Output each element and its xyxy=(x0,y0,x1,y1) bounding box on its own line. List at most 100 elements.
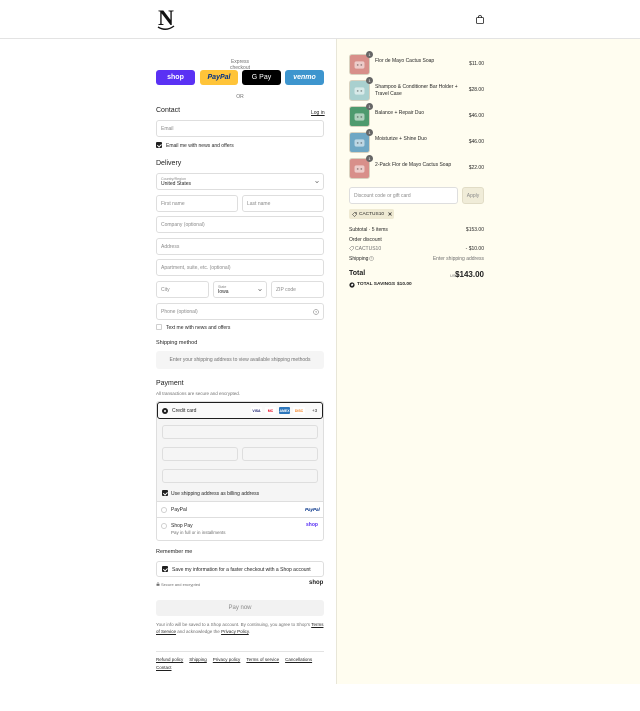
payment-heading: Payment xyxy=(156,380,184,387)
paypal-express-button[interactable]: PayPal xyxy=(200,70,238,85)
zip-field[interactable]: ZIP code xyxy=(271,281,324,298)
product-price: $46.00 xyxy=(468,113,484,119)
product-image-icon xyxy=(354,165,365,173)
footer-links: Refund policy Shipping Privacy policy Terms… xyxy=(156,656,326,672)
shopping-bag-icon[interactable] xyxy=(476,15,484,24)
phone-placeholder: Phone (optional) xyxy=(161,308,198,315)
quantity-badge: 1 xyxy=(366,155,373,162)
apply-discount-button[interactable]: Apply xyxy=(462,187,484,204)
company-field[interactable]: Company (optional) xyxy=(156,216,324,233)
product-price: $28.00 xyxy=(468,87,484,93)
shipping-value: Enter shipping address xyxy=(432,256,484,262)
last-name-field[interactable]: Last name xyxy=(242,195,324,212)
product-price: $11.00 xyxy=(469,61,484,67)
product-price: $46.00 xyxy=(468,139,484,145)
footer-link-contact[interactable]: Contact xyxy=(156,665,172,670)
first-name-field[interactable]: First name xyxy=(156,195,238,212)
payment-options-panel: Credit card VISA MC AMEX DISC +3 Use shi… xyxy=(156,401,324,541)
payment-subtitle: All transactions are secure and encrypte… xyxy=(156,391,241,396)
discount-amount: - $10.00 xyxy=(465,246,484,252)
footer-link-cancellations[interactable]: Cancellations xyxy=(285,657,312,662)
more-brands-badge: +3 xyxy=(312,408,318,413)
chevron-down-icon xyxy=(315,180,319,184)
total-savings-label: TOTAL SAVINGS xyxy=(357,282,396,287)
pay-now-button[interactable]: Pay now xyxy=(156,600,324,616)
newsletter-checkbox[interactable] xyxy=(156,142,162,148)
email-field[interactable]: Email xyxy=(156,120,324,137)
shipping-method-placeholder: Enter your shipping address to view avai… xyxy=(156,351,324,369)
chevron-down-icon xyxy=(258,288,262,292)
contact-heading: Contact xyxy=(156,107,181,114)
phone-field[interactable]: Phone (optional) ? xyxy=(156,303,324,320)
legal-pre: Your info will be saved to a Shop accoun… xyxy=(156,622,312,627)
name-on-card-field[interactable] xyxy=(162,469,318,483)
login-link[interactable]: Log in xyxy=(311,110,325,116)
google-pay-express-button[interactable]: G Pay xyxy=(242,70,281,85)
close-icon[interactable] xyxy=(388,212,392,216)
billing-address-checkbox[interactable] xyxy=(162,490,168,496)
paypal-radio[interactable] xyxy=(161,507,167,513)
total-value: $143.00 xyxy=(455,270,484,279)
footer-link-terms[interactable]: Terms of service xyxy=(246,657,279,662)
legal-notice: Your info will be saved to a Shop accoun… xyxy=(156,621,324,635)
help-circle-icon[interactable]: ? xyxy=(313,309,319,315)
footer-link-shipping[interactable]: Shipping xyxy=(189,657,207,662)
credit-card-option[interactable]: Credit card VISA MC AMEX DISC +3 xyxy=(157,402,323,419)
delivery-heading: Delivery xyxy=(156,160,182,167)
quantity-badge: 1 xyxy=(366,103,373,110)
shop-logo-icon: shop xyxy=(309,580,324,586)
discount-code-label: CACTUS10 xyxy=(355,246,382,252)
help-circle-icon[interactable]: ? xyxy=(369,256,374,261)
paypal-option[interactable]: PayPal PayPal xyxy=(157,502,323,518)
security-code-field[interactable] xyxy=(242,447,318,461)
product-image-icon xyxy=(354,139,365,147)
total-savings-value: $10.00 xyxy=(397,282,412,287)
quantity-badge: 1 xyxy=(366,51,373,58)
header: N xyxy=(0,0,640,39)
total-label: Total xyxy=(349,270,366,277)
or-divider: OR xyxy=(236,94,244,100)
remember-me-heading: Remember me xyxy=(156,549,193,555)
save-info-checkbox[interactable] xyxy=(162,566,168,572)
state-select[interactable]: State Iowa xyxy=(213,281,267,298)
shipping-label: Shipping xyxy=(349,256,369,262)
city-field[interactable]: City xyxy=(156,281,209,298)
address-field[interactable]: Address xyxy=(156,238,324,255)
product-image-icon xyxy=(354,113,365,121)
mastercard-icon: MC xyxy=(265,407,276,414)
sms-label: Text me with news and offers xyxy=(166,325,231,331)
discount-code-field[interactable]: Discount code or gift card xyxy=(349,187,458,204)
credit-card-radio[interactable] xyxy=(162,408,168,414)
svg-text:?: ? xyxy=(371,257,373,261)
privacy-link[interactable]: Privacy Policy xyxy=(221,629,249,634)
legal-mid: and acknowledge the xyxy=(176,629,222,634)
applied-code-label: CACTUS10 xyxy=(359,211,385,217)
sms-checkbox[interactable] xyxy=(156,324,162,330)
expiration-field[interactable] xyxy=(162,447,238,461)
remember-me-box: Save my information for a faster checkou… xyxy=(156,561,324,577)
shop-pay-sublabel: Pay in full or in installments xyxy=(171,530,226,535)
shipping-method-heading: Shipping method xyxy=(156,340,198,346)
shop-pay-radio[interactable] xyxy=(161,523,167,529)
country-select[interactable]: Country/Region United States xyxy=(156,173,324,190)
apartment-field[interactable]: Apartment, suite, etc. (optional) xyxy=(156,259,324,276)
state-value: Iowa xyxy=(218,288,229,295)
venmo-express-button[interactable]: venmo xyxy=(285,70,324,85)
footer-divider xyxy=(156,651,324,652)
product-image-icon xyxy=(354,61,365,69)
save-info-label: Save my information for a faster checkou… xyxy=(172,567,311,573)
card-number-field[interactable] xyxy=(162,425,318,439)
quantity-badge: 1 xyxy=(366,77,373,84)
newsletter-label: Email me with news and offers xyxy=(166,143,234,149)
credit-card-label: Credit card xyxy=(172,408,197,414)
shop-pay-express-button[interactable]: shop xyxy=(156,70,195,85)
shop-logo-icon: shop xyxy=(306,522,318,528)
footer-link-refund[interactable]: Refund policy xyxy=(156,657,183,662)
billing-address-label: Use shipping address as billing address xyxy=(171,491,260,497)
footer-link-privacy[interactable]: Privacy policy xyxy=(213,657,241,662)
shop-pay-label: Shop Pay xyxy=(171,523,193,529)
subtotal-label: Subtotal · 5 items xyxy=(349,227,388,233)
applied-discount-tag: CACTUS10 xyxy=(349,209,394,219)
lock-icon xyxy=(156,582,160,586)
shop-pay-option[interactable]: Shop Pay Pay in full or in installments … xyxy=(157,518,323,540)
